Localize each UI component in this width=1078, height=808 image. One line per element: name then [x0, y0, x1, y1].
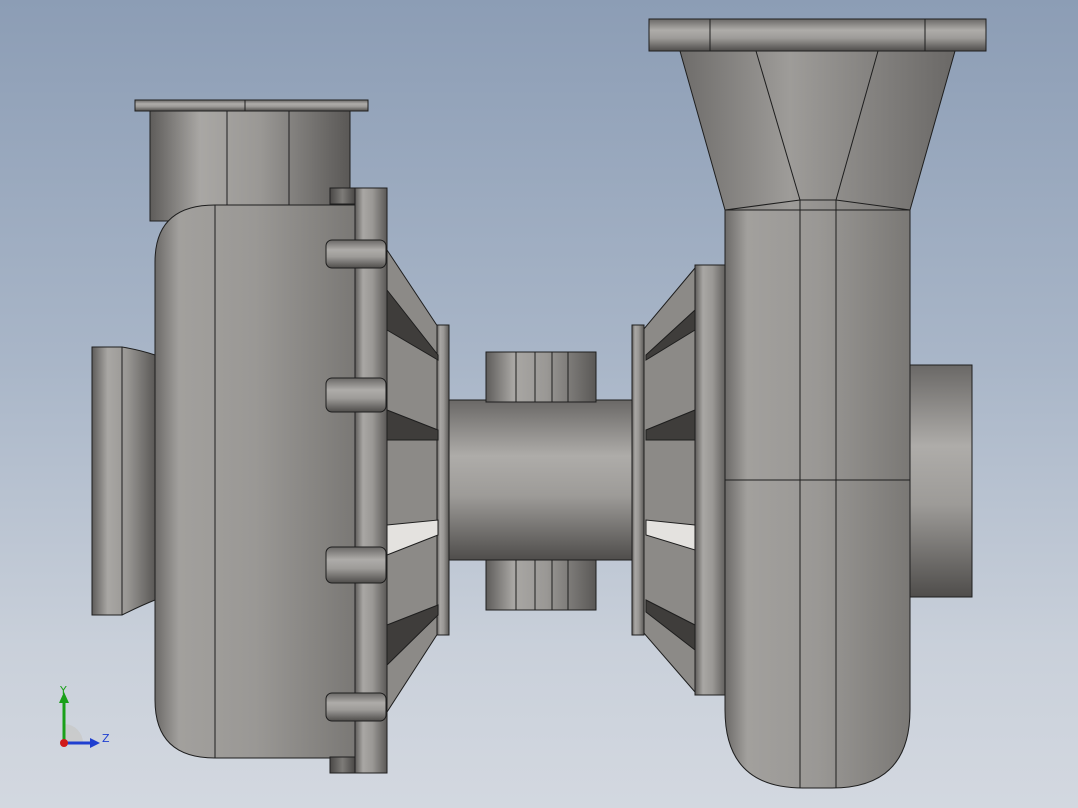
triad-plane-icon [64, 724, 83, 743]
triad-x-axis-icon [60, 739, 68, 747]
triad-y-label: Y [59, 684, 67, 697]
right-volute-casing[interactable] [724, 199, 911, 789]
right-side-nozzle[interactable] [909, 364, 973, 598]
right-outlet-funnel[interactable] [648, 18, 987, 211]
graphics-viewport[interactable]: Y Z [0, 0, 1078, 808]
orientation-triad: Y Z [59, 684, 110, 748]
triad-z-label: Z [102, 732, 110, 745]
left-inlet-nozzle[interactable] [91, 346, 156, 616]
left-volute-casing[interactable] [154, 204, 356, 759]
right-bearing-bracket[interactable] [631, 264, 728, 696]
shaft-coupling[interactable] [448, 351, 635, 611]
left-bearing-bracket[interactable] [386, 248, 450, 714]
pump-assembly-model[interactable] [0, 0, 1078, 808]
